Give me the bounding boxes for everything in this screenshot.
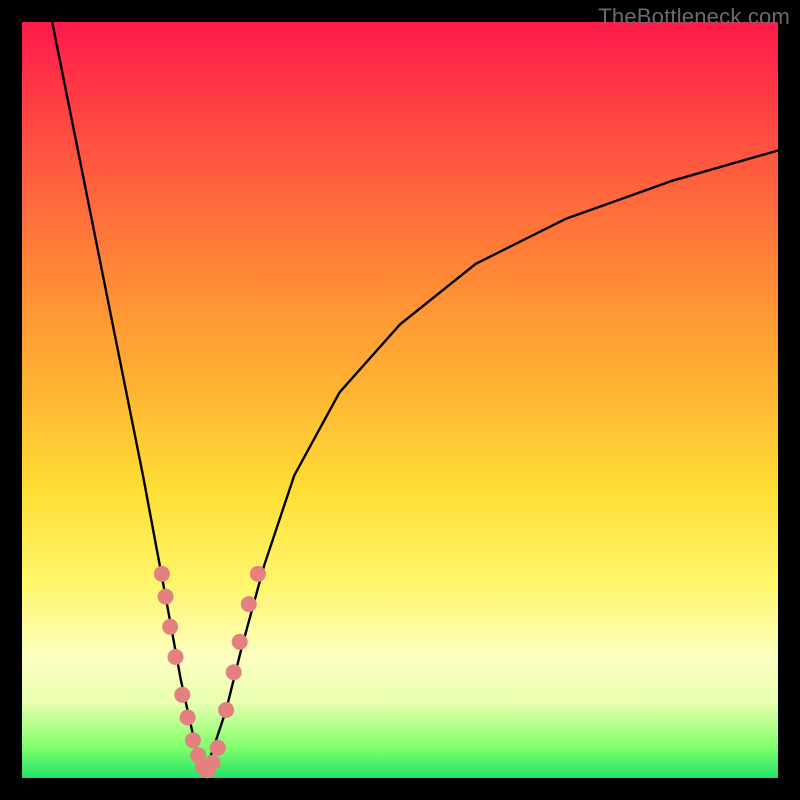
data-point <box>154 566 170 582</box>
data-point <box>174 687 190 703</box>
data-point <box>158 589 174 605</box>
data-point <box>250 566 266 582</box>
plot-area <box>22 22 778 778</box>
marker-group <box>154 566 266 779</box>
data-point <box>232 634 248 650</box>
data-point <box>180 710 196 726</box>
data-point <box>210 740 226 756</box>
data-point <box>162 619 178 635</box>
bottleneck-curve <box>52 22 778 770</box>
chart-frame: TheBottleneck.com <box>0 0 800 800</box>
data-point <box>241 596 257 612</box>
data-point <box>185 732 201 748</box>
data-point <box>226 664 242 680</box>
curve-layer <box>22 22 778 778</box>
data-point <box>205 755 221 771</box>
data-point <box>168 649 184 665</box>
watermark-text: TheBottleneck.com <box>598 4 790 30</box>
data-point <box>218 702 234 718</box>
